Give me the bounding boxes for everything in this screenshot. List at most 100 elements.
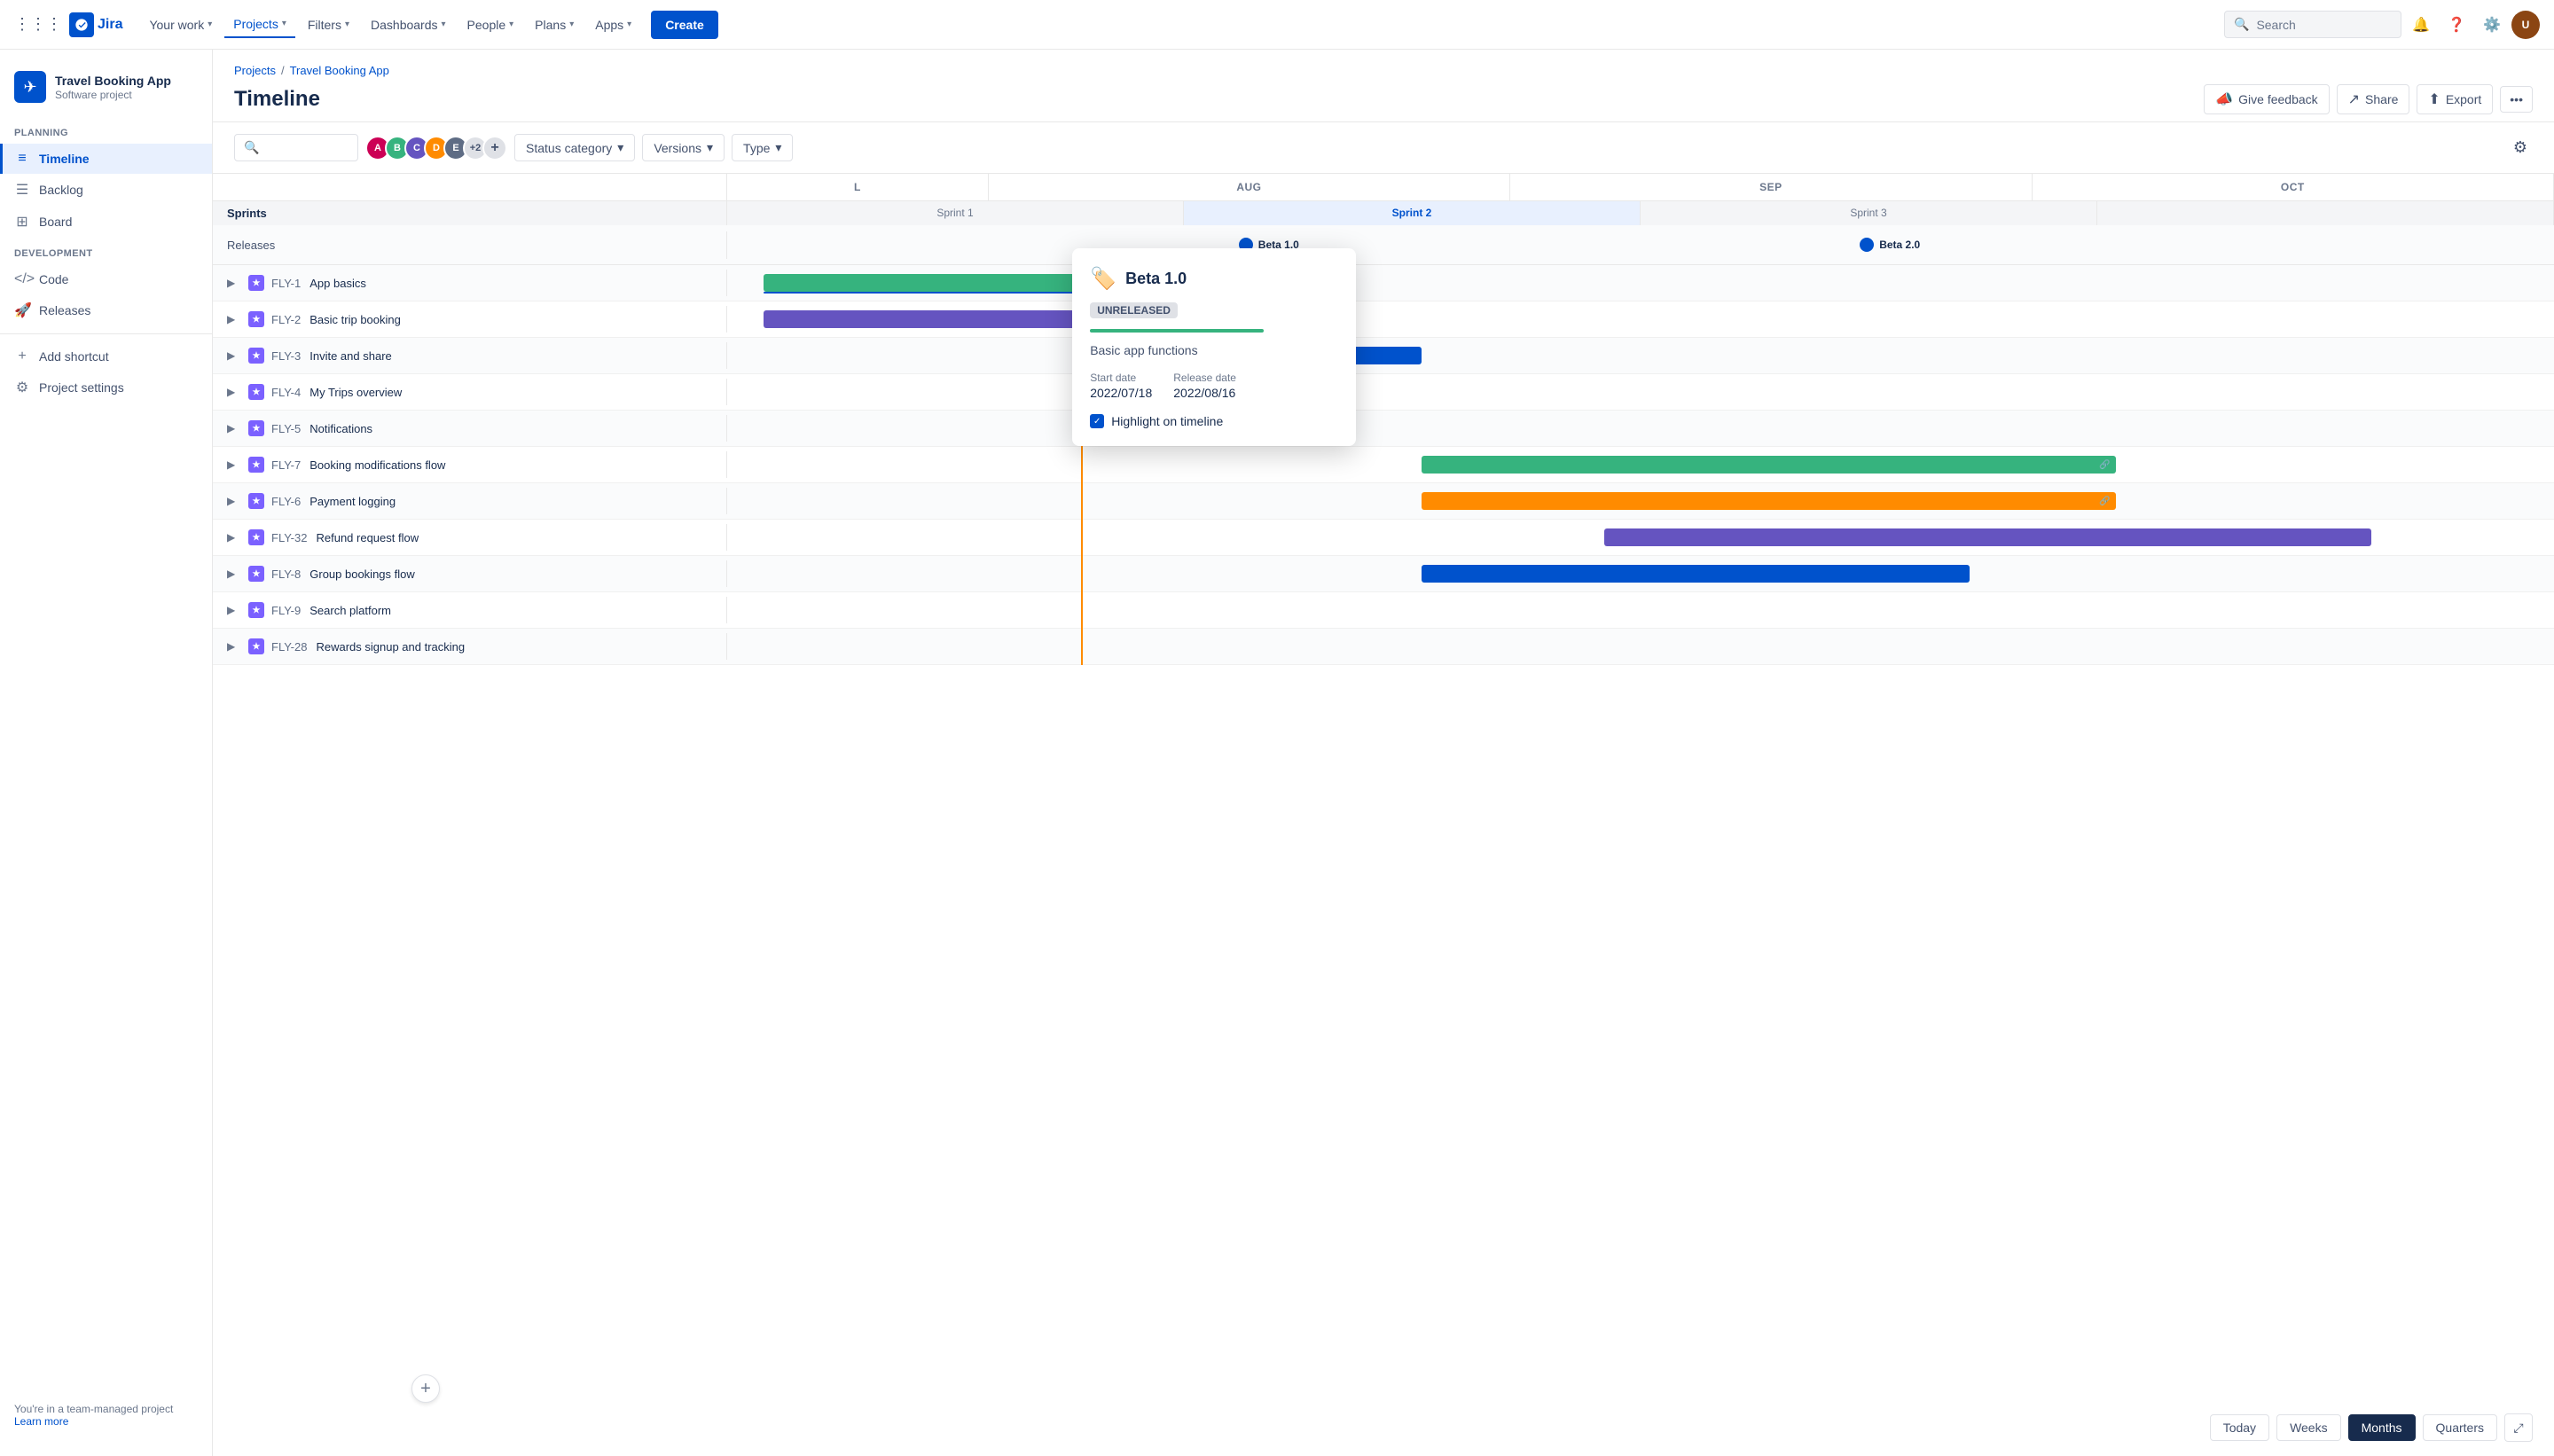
versions-filter[interactable]: Versions ▾ [642,134,725,161]
app-layout: ✈ Travel Booking App Software project PL… [0,50,2554,1456]
popup-highlight-checkbox[interactable]: ✓ Highlight on timeline [1090,414,1338,428]
weeks-button[interactable]: Weeks [2276,1414,2341,1441]
table-row: ▶ ★ FLY-3 Invite and share [213,338,2554,374]
chevron-down-icon: ▾ [345,20,349,29]
today-button[interactable]: Today [2210,1414,2269,1441]
release-popup: 🏷️ Beta 1.0 UNRELEASED Basic app functio… [1072,248,1356,446]
chevron-down-icon: ▾ [442,20,446,29]
grid-icon[interactable]: ⋮⋮⋮ [14,15,62,34]
expand-button[interactable]: ▶ [227,640,241,653]
expand-button[interactable]: ▶ [227,531,241,544]
sidebar-item-backlog[interactable]: ☰ Backlog [0,174,212,206]
sidebar-item-timeline[interactable]: ≡ Timeline [0,144,212,174]
export-button[interactable]: ⬆ Export [2417,84,2493,114]
search-icon: 🔍 [2234,17,2249,32]
timeline-container[interactable]: L AUG SEP OCT Sprints Sprint 1 Sprint 2 … [213,174,2554,1456]
release-dot-circle [1860,238,1874,252]
breadcrumb-project-name[interactable]: Travel Booking App [290,64,389,77]
status-category-filter[interactable]: Status category ▾ [514,134,635,161]
nav-projects[interactable]: Projects ▾ [224,12,295,38]
nav-people[interactable]: People ▾ [458,12,523,37]
issue-bar[interactable]: 🔗 [1422,456,2116,474]
help-icon[interactable]: ❓ [2440,9,2472,41]
issue-key: FLY-6 [271,495,301,508]
expand-button[interactable]: ▶ [227,386,241,398]
months-button[interactable]: Months [2348,1414,2416,1441]
create-button[interactable]: Create [651,11,718,39]
issue-bar[interactable]: 🔗 [1422,492,2116,510]
project-info: Travel Booking App Software project [55,73,171,101]
type-filter[interactable]: Type ▾ [732,134,793,161]
issue-bar-col [727,592,2554,628]
chevron-down-icon: ▾ [282,19,286,28]
issue-bar-col [727,556,2554,591]
chevron-down-icon: ▾ [627,20,631,29]
expand-button[interactable]: ▶ [227,422,241,434]
table-row: ▶ ★ FLY-32 Refund request flow [213,520,2554,556]
breadcrumb: Projects / Travel Booking App [234,64,2533,77]
issue-bar[interactable] [1422,565,1970,583]
expand-button[interactable]: ▶ [227,604,241,616]
toolbar-search[interactable]: 🔍 [234,134,358,161]
breadcrumb-projects[interactable]: Projects [234,64,276,77]
sidebar-item-releases[interactable]: 🚀 Releases [0,294,212,326]
quarters-button[interactable]: Quarters [2423,1414,2497,1441]
toolbar: 🔍 A B C D E +2 + Status category ▾ Versi… [213,122,2554,174]
issue-icon: ★ [248,384,264,400]
add-issue-button[interactable]: + [411,1374,440,1403]
jira-logo[interactable]: Jira [69,12,122,37]
issue-key: FLY-2 [271,313,301,326]
issue-icon: ★ [248,311,264,327]
sidebar-item-project-settings[interactable]: ⚙ Project settings [0,372,212,403]
sidebar-project[interactable]: ✈ Travel Booking App Software project [0,64,212,117]
expand-button[interactable]: ▶ [227,458,241,471]
page-title-row: Timeline 📣 Give feedback ↗ Share ⬆ Expor… [234,84,2533,114]
expand-button[interactable]: ▶ [227,313,241,325]
search-box[interactable]: 🔍 Search [2224,11,2401,38]
sidebar-item-board[interactable]: ⊞ Board [0,206,212,238]
expand-button[interactable]: ▶ [227,495,241,507]
share-button[interactable]: ↗ Share [2337,84,2410,114]
add-avatar-button[interactable]: + [482,136,507,160]
issue-icon: ★ [248,638,264,654]
nav-apps[interactable]: Apps ▾ [586,12,640,37]
issue-label-col: ▶ ★ FLY-6 Payment logging [213,488,727,514]
beta-2-release-dot[interactable]: Beta 2.0 [1860,238,1920,252]
issue-label-col: ▶ ★ FLY-4 My Trips overview [213,379,727,405]
sidebar-item-add-shortcut[interactable]: + Add shortcut [0,341,212,372]
chevron-down-icon: ▾ [775,140,781,155]
expand-all-button[interactable]: ⤢ [2504,1413,2533,1442]
month-sep: SEP [1510,174,2032,200]
popup-title: Beta 1.0 [1125,270,1187,288]
backlog-icon: ☰ [14,181,30,199]
settings-icon[interactable]: ⚙️ [2476,9,2508,41]
nav-your-work[interactable]: Your work ▾ [140,12,221,37]
table-row: ▶ ★ FLY-8 Group bookings flow [213,556,2554,592]
gear-icon: ⚙ [14,379,30,396]
issue-bar-col [727,629,2554,664]
nav-filters[interactable]: Filters ▾ [299,12,358,37]
give-feedback-button[interactable]: 📣 Give feedback [2204,84,2329,114]
expand-button[interactable]: ▶ [227,277,241,289]
popup-dates: Start date 2022/07/18 Release date 2022/… [1090,372,1338,400]
expand-button[interactable]: ▶ [227,349,241,362]
issue-bar[interactable] [1604,528,2371,546]
table-row: ▶ ★ FLY-5 Notifications [213,411,2554,447]
sidebar-item-code[interactable]: </> Code [0,264,212,294]
user-avatar[interactable]: U [2511,11,2540,39]
issue-bar-col [727,520,2554,555]
view-controls: Today Weeks Months Quarters ⤢ [2189,1399,2554,1456]
sprints-label: Sprints [213,201,727,225]
issue-key: FLY-9 [271,604,301,617]
issue-key: FLY-3 [271,349,301,363]
learn-more-link[interactable]: Learn more [14,1415,68,1428]
notifications-icon[interactable]: 🔔 [2405,9,2437,41]
avatars-filter: A B C D E +2 + [365,136,507,160]
expand-button[interactable]: ▶ [227,568,241,580]
month-aug: AUG [989,174,1510,200]
nav-plans[interactable]: Plans ▾ [526,12,583,37]
more-actions-button[interactable]: ••• [2500,86,2533,113]
timeline-settings-icon[interactable]: ⚙ [2508,133,2533,162]
chevron-down-icon: ▾ [208,20,212,29]
nav-dashboards[interactable]: Dashboards ▾ [362,12,455,37]
